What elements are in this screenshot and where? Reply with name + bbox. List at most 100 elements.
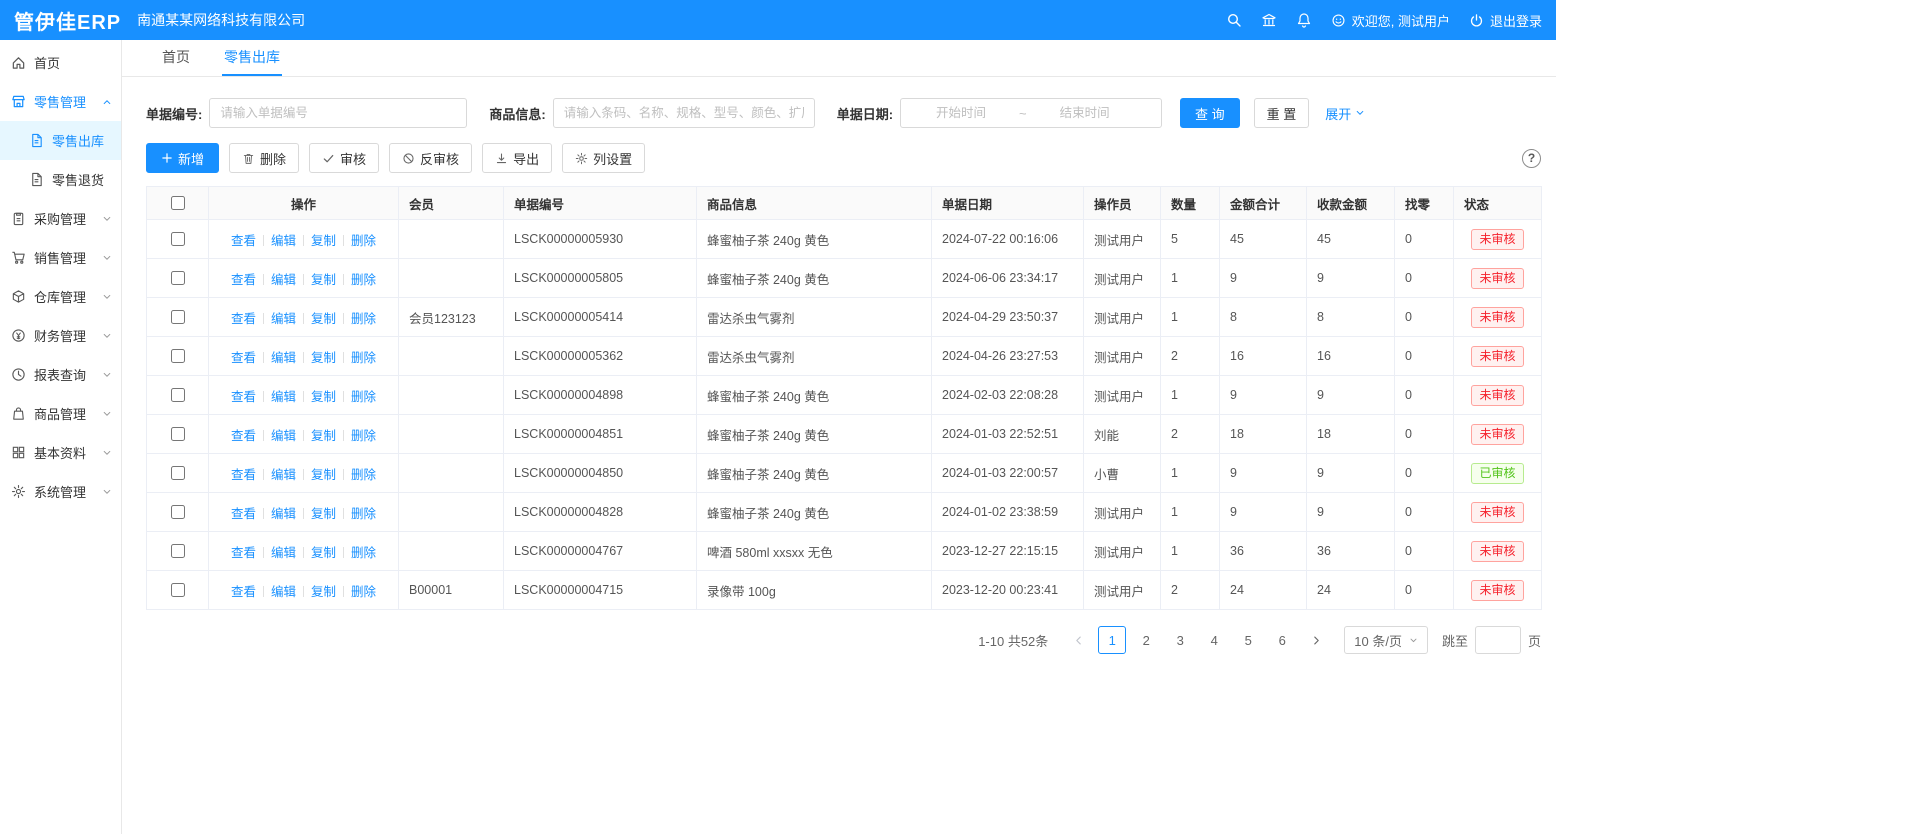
delete-link[interactable]: 删除: [351, 585, 376, 599]
edit-link[interactable]: 编辑: [271, 546, 296, 560]
sidebar-item-warehouse[interactable]: 仓库管理: [0, 277, 121, 316]
view-link[interactable]: 查看: [231, 507, 256, 521]
tab-retail-out[interactable]: 零售出库: [222, 40, 282, 76]
order-no-input[interactable]: [209, 98, 467, 128]
edit-link[interactable]: 编辑: [271, 351, 296, 365]
sidebar-item-label: 销售管理: [34, 248, 86, 267]
edit-link[interactable]: 编辑: [271, 312, 296, 326]
operator-cell: 测试用户: [1084, 571, 1161, 610]
row-checkbox[interactable]: [171, 271, 185, 285]
view-link[interactable]: 查看: [231, 585, 256, 599]
prev-page-button[interactable]: [1064, 626, 1092, 654]
edit-link[interactable]: 编辑: [271, 507, 296, 521]
page-number-3[interactable]: 3: [1166, 626, 1194, 654]
row-checkbox[interactable]: [171, 349, 185, 363]
copy-link[interactable]: 复制: [311, 546, 336, 560]
copy-link[interactable]: 复制: [311, 468, 336, 482]
delete-link[interactable]: 删除: [351, 234, 376, 248]
edit-link[interactable]: 编辑: [271, 468, 296, 482]
delete-link[interactable]: 删除: [351, 507, 376, 521]
view-link[interactable]: 查看: [231, 546, 256, 560]
page-number-5[interactable]: 5: [1234, 626, 1262, 654]
copy-link[interactable]: 复制: [311, 351, 336, 365]
edit-link[interactable]: 编辑: [271, 585, 296, 599]
date-range-picker[interactable]: ~: [900, 98, 1162, 128]
audit-button[interactable]: 审核: [309, 143, 379, 173]
view-link[interactable]: 查看: [231, 234, 256, 248]
sidebar-item-reports[interactable]: 报表查询: [0, 355, 121, 394]
sidebar-item-retail-return[interactable]: 零售退货: [0, 160, 121, 199]
copy-link[interactable]: 复制: [311, 429, 336, 443]
view-link[interactable]: 查看: [231, 351, 256, 365]
sidebar-item-finance[interactable]: 财务管理: [0, 316, 121, 355]
row-checkbox[interactable]: [171, 388, 185, 402]
product-info-input[interactable]: [553, 98, 815, 128]
delete-link[interactable]: 删除: [351, 312, 376, 326]
edit-link[interactable]: 编辑: [271, 234, 296, 248]
row-checkbox[interactable]: [171, 544, 185, 558]
page-number-1[interactable]: 1: [1098, 626, 1126, 654]
delete-link[interactable]: 删除: [351, 429, 376, 443]
user-welcome[interactable]: 欢迎您, 测试用户: [1331, 11, 1450, 30]
qty-cell: 2: [1161, 415, 1220, 454]
bank-icon[interactable]: [1261, 12, 1277, 28]
edit-link[interactable]: 编辑: [271, 273, 296, 287]
column-settings-button[interactable]: 列设置: [562, 143, 645, 173]
select-all-checkbox[interactable]: [171, 196, 185, 210]
bell-icon[interactable]: [1296, 12, 1312, 28]
chevron-down-icon: [102, 487, 112, 497]
date-start-input[interactable]: [905, 106, 1017, 120]
row-checkbox[interactable]: [171, 583, 185, 597]
jump-page-input[interactable]: [1475, 626, 1521, 654]
date-end-input[interactable]: [1029, 106, 1141, 120]
delete-link[interactable]: 删除: [351, 273, 376, 287]
delete-link[interactable]: 删除: [351, 390, 376, 404]
view-link[interactable]: 查看: [231, 312, 256, 326]
delete-button[interactable]: 删除: [229, 143, 299, 173]
sidebar-item-sales[interactable]: 销售管理: [0, 238, 121, 277]
view-link[interactable]: 查看: [231, 273, 256, 287]
sidebar-item-purchase[interactable]: 采购管理: [0, 199, 121, 238]
search-button[interactable]: 查 询: [1180, 98, 1240, 128]
expand-link[interactable]: 展开: [1325, 104, 1365, 123]
page-number-2[interactable]: 2: [1132, 626, 1160, 654]
search-icon[interactable]: [1226, 12, 1242, 28]
sidebar-item-system[interactable]: 系统管理: [0, 472, 121, 511]
reset-button[interactable]: 重 置: [1254, 98, 1310, 128]
sidebar-item-basic[interactable]: 基本资料: [0, 433, 121, 472]
row-checkbox[interactable]: [171, 232, 185, 246]
edit-link[interactable]: 编辑: [271, 429, 296, 443]
copy-link[interactable]: 复制: [311, 273, 336, 287]
copy-link[interactable]: 复制: [311, 234, 336, 248]
sidebar-item-retail-out[interactable]: 零售出库: [0, 121, 121, 160]
copy-link[interactable]: 复制: [311, 312, 336, 326]
export-button[interactable]: 导出: [482, 143, 552, 173]
edit-link[interactable]: 编辑: [271, 390, 296, 404]
page-number-4[interactable]: 4: [1200, 626, 1228, 654]
next-page-button[interactable]: [1302, 626, 1330, 654]
delete-link[interactable]: 删除: [351, 351, 376, 365]
tab-home[interactable]: 首页: [160, 40, 192, 76]
row-checkbox[interactable]: [171, 310, 185, 324]
page-number-6[interactable]: 6: [1268, 626, 1296, 654]
sidebar-item-home[interactable]: 首页: [0, 43, 121, 82]
row-checkbox[interactable]: [171, 466, 185, 480]
row-checkbox[interactable]: [171, 427, 185, 441]
row-checkbox[interactable]: [171, 505, 185, 519]
help-button[interactable]: ?: [1522, 149, 1541, 168]
sidebar-item-retail[interactable]: 零售管理: [0, 82, 121, 121]
view-link[interactable]: 查看: [231, 429, 256, 443]
add-button[interactable]: 新增: [146, 143, 219, 173]
copy-link[interactable]: 复制: [311, 585, 336, 599]
view-link[interactable]: 查看: [231, 390, 256, 404]
view-link[interactable]: 查看: [231, 468, 256, 482]
unaudit-button[interactable]: 反审核: [389, 143, 472, 173]
page-size-select[interactable]: 10 条/页: [1344, 626, 1428, 654]
delete-link[interactable]: 删除: [351, 546, 376, 560]
sidebar-item-goods[interactable]: 商品管理: [0, 394, 121, 433]
logout-button[interactable]: 退出登录: [1469, 11, 1542, 30]
delete-link[interactable]: 删除: [351, 468, 376, 482]
copy-link[interactable]: 复制: [311, 390, 336, 404]
pagination-bar: 1-10 共52条 1 2 3 4 5 6 10 条/页 跳至 页: [146, 626, 1541, 654]
copy-link[interactable]: 复制: [311, 507, 336, 521]
